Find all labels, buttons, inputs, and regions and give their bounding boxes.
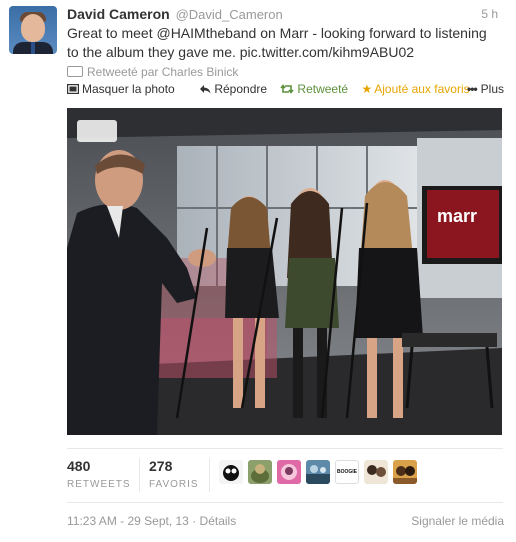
favoriter-avatar[interactable] [277,460,301,484]
tweet-actions: Masquer la photo Répondre Retweeté ★ Ajou… [66,82,480,96]
reply-arrow-icon [200,85,211,94]
user-handle[interactable]: @David_Cameron [176,7,283,22]
retweeted-label: Retweeté [297,82,349,96]
footer-separator: · [188,514,200,528]
hide-photo-button[interactable]: Masquer la photo [66,82,189,96]
retweets-count: 480 [67,458,91,474]
details-link[interactable]: Détails [200,514,237,528]
hide-photo-label: Masquer la photo [82,82,175,96]
favoriter-avatar[interactable] [306,460,330,484]
star-icon: ★ [361,82,373,96]
favorite-button[interactable]: ★ Ajouté aux favoris [361,82,469,96]
tweet-text-prefix: Great to meet [67,25,157,41]
favorites-stat[interactable]: 278 FAVORIS [149,458,199,490]
tweet-photo[interactable]: marr [67,108,502,435]
reply-label: Répondre [214,82,268,96]
favoriter-avatar[interactable]: BOOGIE [335,460,359,484]
favorite-label: Ajouté aux favoris [374,82,470,96]
retweet-icon [67,66,83,77]
tweet-text: Great to meet @HAIMtheband on Marr - loo… [67,24,497,62]
tweet-footer: 11:23 AM - 29 Sept, 13 · Détails [67,514,236,528]
report-media-link[interactable]: Signaler le média [411,514,504,528]
photo-icon [66,83,80,95]
stats-separator [139,458,140,492]
tweet: David Cameron @David_Cameron 5 h Great t… [0,0,516,542]
retweeted-button[interactable]: Retweeté [280,82,351,96]
divider-bottom [67,502,503,503]
avatar[interactable] [9,6,57,54]
retweets-stat[interactable]: 480 RETWEETS [67,458,131,490]
user-name[interactable]: David Cameron [67,6,170,22]
full-timestamp[interactable]: 11:23 AM - 29 Sept, 13 [67,514,189,528]
studio-photo: marr [67,108,502,435]
stats-separator [209,458,210,492]
marr-sign-text: marr [437,206,477,226]
favoriter-avatar[interactable] [393,460,417,484]
retweeted-by-text[interactable]: Retweeté par Charles Binick [87,65,238,79]
tweet-timestamp[interactable]: 5 h [481,7,498,21]
favorites-label: FAVORIS [149,479,199,490]
favoriter-avatar[interactable] [248,460,272,484]
more-button[interactable]: ••• Plus [467,82,504,96]
reply-button[interactable]: Répondre [199,82,270,96]
divider-top [67,448,503,449]
favorites-count: 278 [149,458,173,474]
retweeted-by: Retweeté par Charles Binick [67,65,238,79]
more-label: Plus [480,82,504,96]
mention-link[interactable]: @HAIMtheband [156,25,256,41]
favoriter-avatar[interactable] [219,460,243,484]
favoriter-avatar[interactable] [364,460,388,484]
ellipsis-icon: ••• [467,82,478,96]
boogie-avatar-text: BOOGIE [336,469,357,475]
retweet-icon [280,84,295,94]
retweets-label: RETWEETS [67,479,131,490]
tweet-header: David Cameron @David_Cameron [67,5,283,24]
